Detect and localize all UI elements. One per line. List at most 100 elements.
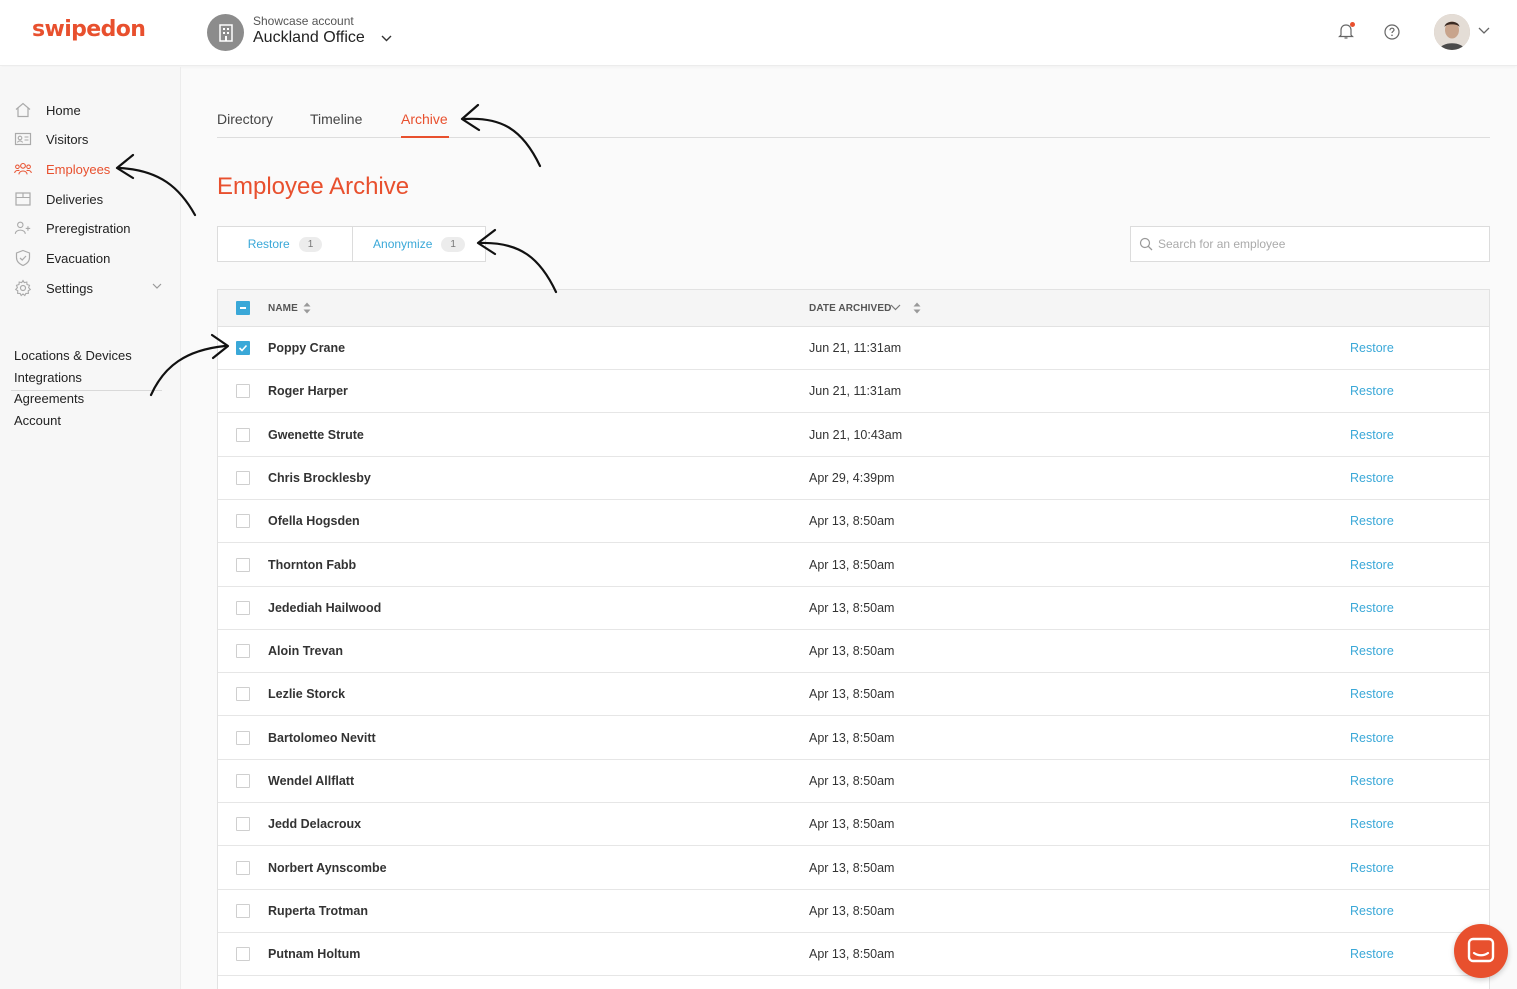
date-archived: Jun 21, 10:43am [809,427,903,442]
sidebar-item-label: Employees [46,162,111,177]
tab-timeline[interactable]: Timeline [310,111,362,127]
sidebar-item-evacuation[interactable]: Evacuation [0,246,181,270]
restore-link[interactable]: Restore [1350,817,1394,831]
table-row[interactable]: Roger Harper Jun 21, 11:31am Restore [218,370,1489,414]
sidebar-link-agreements[interactable]: Agreements [14,391,84,406]
sidebar-link-locations[interactable]: Locations & Devices [14,348,132,363]
sidebar-item-visitors[interactable]: Visitors [0,127,181,151]
sidebar-item-preregistration[interactable]: Preregistration [0,216,181,240]
search-icon [1139,237,1153,251]
chat-launcher-button[interactable] [1454,924,1508,978]
restore-link[interactable]: Restore [1350,514,1394,528]
sort-icon[interactable] [303,302,311,314]
employee-name: Ofella Hogsden [268,514,360,529]
row-checkbox[interactable] [236,817,250,832]
restore-link[interactable]: Restore [1350,471,1394,485]
restore-link[interactable]: Restore [1350,558,1394,572]
row-checkbox[interactable] [236,514,250,529]
row-checkbox[interactable] [236,341,250,355]
employee-name: Gwenette Strute [268,427,364,442]
date-archived: Jun 21, 11:31am [809,341,902,355]
table-row[interactable]: Ruperta Trotman Apr 13, 8:50am Restore [218,890,1489,933]
table-row[interactable]: Aloin Trevan Apr 13, 8:50am Restore [218,630,1489,674]
sidebar-item-home[interactable]: Home [0,98,181,122]
row-checkbox[interactable] [236,730,250,745]
restore-link[interactable]: Restore [1350,428,1394,442]
restore-link[interactable]: Restore [1350,861,1394,875]
anonymize-button-label: Anonymize [373,237,433,251]
table-row[interactable]: Ofella Hogsden Apr 13, 8:50am Restore [218,500,1489,544]
table-row[interactable]: Jedediah Hailwood Apr 13, 8:50am Restore [218,587,1489,630]
archive-table: NAME DATE ARCHIVED Poppy Crane Jun 21, 11… [217,289,1490,989]
employee-name: Norbert Aynscombe [268,860,387,875]
table-row[interactable]: Putnam Holtum Apr 13, 8:50am Restore [218,933,1489,977]
row-checkbox[interactable] [236,947,250,962]
table-row[interactable]: Thornton Fabb Apr 13, 8:50am Restore [218,544,1489,587]
row-checkbox[interactable] [236,644,250,659]
tab-directory[interactable]: Directory [217,111,273,127]
help-icon[interactable] [1384,24,1400,40]
arrow-annotation [479,241,558,294]
box-icon [15,192,31,206]
table-row[interactable]: Poppy Crane Jun 21, 11:31am Restore [218,327,1489,370]
chevron-down-icon[interactable] [152,283,162,289]
restore-button[interactable]: Restore 1 [218,227,352,261]
sidebar-item-deliveries[interactable]: Deliveries [0,187,181,211]
people-icon [14,162,32,175]
date-archived: Apr 13, 8:50am [809,774,895,788]
table-row[interactable]: Chris Brocklesby Apr 29, 4:39pm Restore [218,457,1489,500]
restore-link[interactable]: Restore [1350,904,1394,918]
row-checkbox[interactable] [236,774,250,788]
restore-link[interactable]: Restore [1350,384,1394,398]
chevron-down-icon[interactable] [381,35,392,42]
row-checkbox[interactable] [236,903,250,918]
sort-icon[interactable] [913,302,921,314]
restore-link[interactable]: Restore [1350,774,1394,788]
sidebar-item-label: Evacuation [46,251,111,266]
row-checkbox[interactable] [236,687,250,702]
sidebar-item-label: Preregistration [46,221,131,236]
sidebar-item-settings[interactable]: Settings [0,276,181,300]
building-icon[interactable] [207,14,244,51]
notification-dot [1350,22,1355,27]
employee-name: Jedediah Hailwood [268,600,382,615]
row-checkbox[interactable] [236,600,250,615]
chevron-down-icon[interactable] [1478,27,1490,35]
table-row[interactable]: Jedd Delacroux Apr 13, 8:50am Restore [218,803,1489,847]
search-input[interactable] [1158,235,1478,253]
employee-name: Putnam Holtum [268,947,361,962]
avatar[interactable] [1434,14,1470,50]
select-all-checkbox[interactable] [236,301,250,315]
swipedon-logo[interactable]: swipedon [32,17,146,42]
table-row[interactable]: Norbert Aynscombe Apr 13, 8:50am Restore [218,847,1489,890]
row-checkbox[interactable] [236,557,250,572]
sidebar-item-employees[interactable]: Employees [0,157,181,181]
chevron-down-icon[interactable] [890,304,901,311]
row-checkbox[interactable] [236,384,250,399]
table-row[interactable]: Lezlie Storck Apr 13, 8:50am Restore [218,673,1489,717]
restore-link[interactable]: Restore [1350,341,1394,355]
table-row[interactable]: Bartolomeo Nevitt Apr 13, 8:50am Restore [218,717,1489,760]
employee-search[interactable] [1130,226,1490,262]
bulk-action-group: Restore 1 Anonymize 1 [217,226,486,262]
row-checkbox[interactable] [236,470,250,485]
restore-link[interactable]: Restore [1350,687,1394,701]
table-row[interactable]: Wendel Allflatt Apr 13, 8:50am Restore [218,760,1489,803]
column-header-date-archived[interactable]: DATE ARCHIVED [809,303,891,314]
sidebar-item-label: Settings [46,281,93,296]
row-checkbox[interactable] [236,860,250,875]
restore-link[interactable]: Restore [1350,644,1394,658]
employee-name: Jedd Delacroux [268,817,362,832]
table-row[interactable]: Gwenette Strute Jun 21, 10:43am Restore [218,414,1489,457]
location-selector[interactable]: Auckland Office [253,29,365,47]
restore-link[interactable]: Restore [1350,947,1394,961]
sidebar-link-integrations[interactable]: Integrations [14,370,82,385]
anonymize-button[interactable]: Anonymize 1 [352,227,485,261]
row-checkbox[interactable] [236,427,250,442]
tab-bar: Directory Timeline Archive [217,108,1490,138]
restore-link[interactable]: Restore [1350,601,1394,615]
restore-link[interactable]: Restore [1350,731,1394,745]
sidebar-link-account[interactable]: Account [14,413,61,428]
tab-archive[interactable]: Archive [401,111,448,127]
column-header-name[interactable]: NAME [268,303,298,314]
